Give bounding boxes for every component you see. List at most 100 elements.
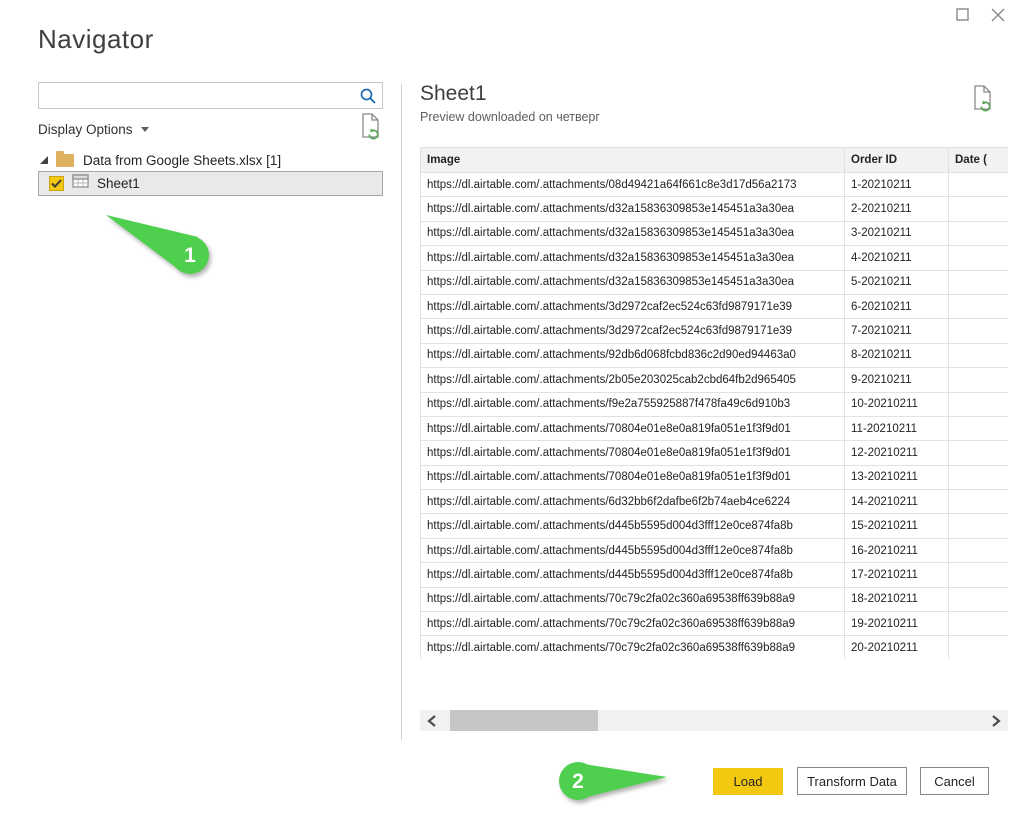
sidebar-item-sheet1[interactable]: Sheet1: [38, 171, 383, 196]
maximize-button[interactable]: [952, 6, 972, 26]
annotation-step-1: 1: [106, 215, 209, 274]
table-cell: 18-20210211: [844, 586, 949, 613]
table-cell: https://dl.airtable.com/.attachments/708…: [420, 415, 845, 442]
preview-table: Image Order ID Date ( https://dl.airtable.…: [420, 147, 1008, 659]
table-cell: 19-20210211: [844, 611, 949, 637]
maximize-icon: [955, 8, 969, 24]
table-cell: [948, 464, 1008, 491]
table-row: https://dl.airtable.com/.attachments/2b0…: [420, 367, 1008, 393]
close-button[interactable]: [988, 6, 1008, 26]
annotation-1-label: 1: [184, 244, 196, 267]
table-cell: 11-20210211: [844, 415, 949, 442]
table-row: https://dl.airtable.com/.attachments/708…: [420, 415, 1008, 442]
scrollbar-thumb[interactable]: [450, 710, 598, 731]
table-cell: https://dl.airtable.com/.attachments/d44…: [420, 562, 845, 588]
table-cell: https://dl.airtable.com/.attachments/d32…: [420, 269, 845, 295]
table-cell: https://dl.airtable.com/.attachments/70c…: [420, 611, 845, 637]
refresh-preview-button[interactable]: [360, 112, 382, 143]
table-cell: 7-20210211: [844, 318, 949, 344]
table-cell: https://dl.airtable.com/.attachments/6d3…: [420, 489, 845, 515]
table-row: https://dl.airtable.com/.attachments/6d3…: [420, 489, 1008, 515]
display-options-label: Display Options: [38, 121, 133, 137]
table-cell: [948, 513, 1008, 539]
table-cell: https://dl.airtable.com/.attachments/d32…: [420, 196, 845, 222]
preview-table-body: https://dl.airtable.com/.attachments/08d…: [420, 171, 1008, 659]
table-cell: https://dl.airtable.com/.attachments/08d…: [420, 171, 845, 198]
table-row: https://dl.airtable.com/.attachments/708…: [420, 440, 1008, 466]
table-cell: https://dl.airtable.com/.attachments/d32…: [420, 245, 845, 271]
table-cell: https://dl.airtable.com/.attachments/70c…: [420, 635, 845, 659]
table-cell: 17-20210211: [844, 562, 949, 588]
table-cell: https://dl.airtable.com/.attachments/92d…: [420, 342, 845, 369]
table-row: https://dl.airtable.com/.attachments/f9e…: [420, 391, 1008, 417]
table-cell: 13-20210211: [844, 464, 949, 491]
table-cell: [948, 196, 1008, 222]
scroll-left-arrow[interactable]: [422, 710, 442, 731]
table-cell: https://dl.airtable.com/.attachments/708…: [420, 440, 845, 466]
table-cell: [948, 537, 1008, 564]
search-box: [38, 82, 383, 109]
chevron-down-icon: [140, 126, 149, 132]
column-header: Date (: [948, 147, 1008, 173]
folder-icon: [56, 150, 74, 167]
table-row: https://dl.airtable.com/.attachments/70c…: [420, 635, 1008, 659]
table-row: https://dl.airtable.com/.attachments/08d…: [420, 171, 1008, 198]
table-row: https://dl.airtable.com/.attachments/d44…: [420, 562, 1008, 588]
table-cell: [948, 562, 1008, 588]
sheet1-label: Sheet1: [97, 176, 140, 191]
table-cell: https://dl.airtable.com/.attachments/d44…: [420, 537, 845, 564]
sheet1-checkbox[interactable]: [49, 176, 64, 191]
load-button[interactable]: Load: [713, 768, 783, 795]
table-cell: https://dl.airtable.com/.attachments/3d2…: [420, 293, 845, 320]
search-icon: [359, 87, 377, 110]
table-cell: [948, 489, 1008, 515]
close-icon: [991, 8, 1005, 25]
refresh-preview-button-right[interactable]: [972, 84, 994, 115]
table-cell: 16-20210211: [844, 537, 949, 564]
page-title: Navigator: [38, 24, 154, 54]
expand-caret-icon: [40, 156, 48, 164]
tree-root-item[interactable]: Data from Google Sheets.xlsx [1]: [38, 150, 383, 170]
table-row: https://dl.airtable.com/.attachments/70c…: [420, 611, 1008, 637]
table-cell: 2-20210211: [844, 196, 949, 222]
table-cell: 5-20210211: [844, 269, 949, 295]
transform-data-button[interactable]: Transform Data: [797, 767, 907, 795]
worksheet-icon: [72, 174, 89, 193]
annotation-2-label: 2: [572, 770, 584, 793]
preview-subtitle: Preview downloaded on четверг: [420, 110, 600, 124]
column-header: Order ID: [844, 147, 949, 173]
table-row: https://dl.airtable.com/.attachments/92d…: [420, 342, 1008, 369]
tree-root-label: Data from Google Sheets.xlsx [1]: [83, 152, 282, 168]
table-cell: 15-20210211: [844, 513, 949, 539]
column-header: Image: [420, 147, 845, 173]
cancel-button[interactable]: Cancel: [920, 767, 989, 795]
table-cell: https://dl.airtable.com/.attachments/d32…: [420, 220, 845, 247]
table-cell: 3-20210211: [844, 220, 949, 247]
table-cell: [948, 440, 1008, 466]
display-options-dropdown[interactable]: Display Options: [38, 119, 149, 139]
table-cell: [948, 367, 1008, 393]
table-cell: 1-20210211: [844, 171, 949, 198]
table-cell: https://dl.airtable.com/.attachments/2b0…: [420, 367, 845, 393]
table-row: https://dl.airtable.com/.attachments/d32…: [420, 269, 1008, 295]
table-cell: https://dl.airtable.com/.attachments/d44…: [420, 513, 845, 539]
table-cell: 10-20210211: [844, 391, 949, 417]
scroll-right-arrow[interactable]: [986, 710, 1006, 731]
refresh-document-icon: [360, 113, 382, 143]
table-row: https://dl.airtable.com/.attachments/708…: [420, 464, 1008, 491]
table-cell: [948, 342, 1008, 369]
table-cell: [948, 245, 1008, 271]
table-row: https://dl.airtable.com/.attachments/d44…: [420, 513, 1008, 539]
table-cell: 6-20210211: [844, 293, 949, 320]
table-cell: 4-20210211: [844, 245, 949, 271]
preview-table-head-row: Image Order ID Date (: [420, 147, 1008, 173]
refresh-document-icon: [972, 85, 994, 115]
preview-title: Sheet1: [420, 82, 487, 105]
horizontal-scrollbar[interactable]: [420, 710, 1008, 731]
table-row: https://dl.airtable.com/.attachments/d32…: [420, 220, 1008, 247]
search-input[interactable]: [45, 84, 355, 107]
table-cell: [948, 269, 1008, 295]
table-row: https://dl.airtable.com/.attachments/3d2…: [420, 293, 1008, 320]
table-row: https://dl.airtable.com/.attachments/d44…: [420, 537, 1008, 564]
table-cell: https://dl.airtable.com/.attachments/f9e…: [420, 391, 845, 417]
